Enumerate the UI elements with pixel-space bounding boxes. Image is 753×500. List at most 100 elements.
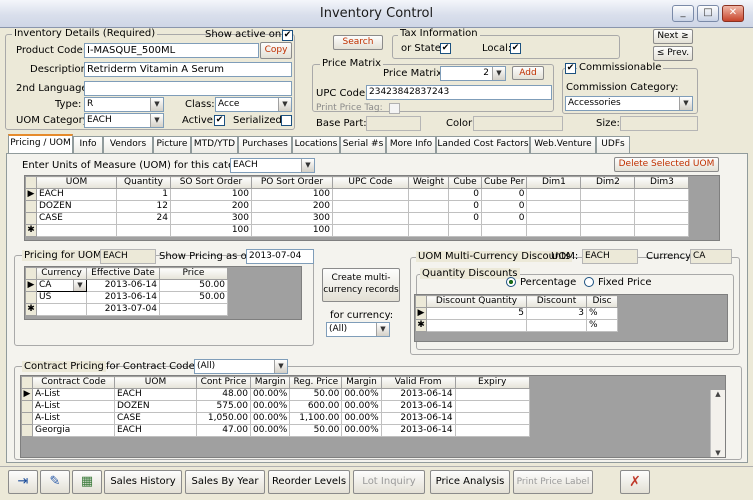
cell[interactable]: 1,050.00 — [196, 412, 251, 425]
cell[interactable]: 50.00 — [159, 291, 228, 304]
second-language-field[interactable] — [84, 81, 292, 96]
tab-mtd-ytd[interactable]: MTD/YTD — [191, 136, 238, 153]
cell[interactable] — [454, 424, 530, 437]
cell[interactable]: 00.00% — [341, 412, 382, 425]
tab-purchases[interactable]: Purchases — [238, 136, 292, 153]
table-row[interactable]: ✱ 2013-07-04 — [25, 303, 228, 316]
cell[interactable]: 00.00% — [249, 424, 291, 437]
table-row[interactable]: A-List CASE 1,050.00 00.00% 1,100.00 00.00% 20… — [21, 412, 530, 425]
uom-col-uom[interactable]: UOM — [36, 176, 117, 189]
cell[interactable]: 100 — [251, 188, 333, 201]
contract-col-margin[interactable]: Margin — [249, 376, 291, 389]
cell[interactable] — [454, 412, 530, 425]
product-code-field[interactable]: I-MASQUE_500ML — [84, 43, 259, 58]
table-row[interactable]: CASE 24 300 300 0 0 — [25, 212, 690, 225]
cell[interactable] — [332, 200, 409, 213]
cell[interactable] — [332, 224, 409, 237]
cell[interactable]: 100 — [170, 188, 252, 201]
tab-picture[interactable]: Picture — [153, 136, 191, 153]
cell[interactable]: 0 — [480, 212, 528, 225]
cell[interactable]: EACH — [114, 388, 197, 401]
contract-col-reg-price[interactable]: Reg. Price — [289, 376, 343, 389]
cell[interactable]: DOZEN — [36, 200, 117, 213]
tab-serial-numbers[interactable]: Serial #s — [340, 136, 386, 153]
cell[interactable]: 0 — [480, 200, 528, 213]
commission-category-select[interactable]: Accessories ▼ — [565, 96, 693, 111]
cell[interactable] — [634, 224, 690, 237]
uom-category-prompt-select[interactable]: EACH ▼ — [230, 158, 315, 173]
pricing-col-currency[interactable]: Currency — [36, 267, 87, 280]
cell[interactable]: Georgia — [32, 424, 115, 437]
cell[interactable] — [480, 224, 528, 237]
discount-col-discount[interactable]: Discount — [526, 295, 587, 308]
cell[interactable]: 2013-06-14 — [380, 412, 456, 425]
cell[interactable]: 1,100.00 — [289, 412, 343, 425]
cell[interactable] — [580, 212, 636, 225]
discount-col-disc[interactable]: Disc — [586, 295, 618, 308]
contract-col-code[interactable]: Contract Code — [32, 376, 115, 389]
uom-col-dim1[interactable]: Dim1 — [526, 176, 582, 189]
description-field[interactable]: Retriderm Vitamin A Serum — [84, 62, 292, 77]
percentage-radio[interactable] — [506, 277, 516, 287]
serialized-checkbox[interactable] — [281, 115, 292, 126]
table-row[interactable]: ▶ CA ▼ 2013-06-14 50.00 — [25, 279, 228, 292]
cell[interactable] — [426, 319, 527, 332]
add-matrix-button[interactable]: Add — [512, 66, 544, 80]
cell[interactable]: 2013-06-14 — [380, 424, 456, 437]
cell[interactable] — [634, 200, 690, 213]
cell[interactable]: EACH — [36, 188, 117, 201]
sales-history-button[interactable]: Sales History — [104, 470, 182, 494]
pricing-col-price[interactable]: Price — [159, 267, 228, 280]
currency-select-cell[interactable]: CA ▼ — [36, 279, 87, 292]
create-multi-currency-button[interactable]: Create multi-currency records — [322, 268, 400, 302]
cell[interactable]: 5 — [426, 307, 527, 320]
cell[interactable] — [408, 212, 449, 225]
uom-col-cube[interactable]: Cube — [448, 176, 482, 189]
contract-scrollbar[interactable]: ▲ ▼ — [710, 390, 725, 457]
uom-col-cube-per[interactable]: Cube Per — [480, 176, 528, 189]
cell[interactable] — [332, 212, 409, 225]
contract-col-uom[interactable]: UOM — [114, 376, 197, 389]
contract-col-cont-price[interactable]: Cont Price — [196, 376, 251, 389]
cell[interactable] — [159, 303, 228, 316]
save-edit-icon[interactable]: ✎ — [40, 470, 70, 494]
cell[interactable] — [448, 224, 482, 237]
cell[interactable] — [580, 188, 636, 201]
table-row[interactable]: ▶ 5 3% — [415, 307, 618, 320]
table-row[interactable]: Georgia EACH 47.00 00.00% 50.00 00.00% 2013-06… — [21, 424, 530, 437]
uom-col-quantity[interactable]: Quantity — [116, 176, 171, 189]
price-analysis-button[interactable]: Price Analysis — [430, 470, 510, 494]
cell[interactable]: 200 — [170, 200, 252, 213]
cell[interactable]: 300 — [170, 212, 252, 225]
contract-col-valid-from[interactable]: Valid From — [380, 376, 456, 389]
cell[interactable]: 100 — [251, 224, 333, 237]
cell[interactable] — [454, 400, 530, 413]
uom-col-dim2[interactable]: Dim2 — [580, 176, 636, 189]
cell[interactable]: 600.00 — [289, 400, 343, 413]
cell[interactable]: 2013-06-14 — [86, 279, 160, 292]
uom-category-select[interactable]: EACH ▼ — [84, 113, 164, 128]
cell[interactable]: 00.00% — [249, 412, 291, 425]
cell[interactable]: 575.00 — [196, 400, 251, 413]
cell[interactable]: 0 — [448, 188, 482, 201]
cell[interactable] — [526, 200, 582, 213]
cell[interactable]: 50.00 — [159, 279, 228, 292]
tab-info[interactable]: Info — [73, 136, 103, 153]
minimize-button[interactable]: _ — [672, 5, 694, 22]
cell[interactable]: A-List — [32, 412, 115, 425]
discounts-grid[interactable]: Discount Quantity Discount Disc ▶ 5 3% ✱% — [414, 294, 728, 342]
cell[interactable] — [580, 200, 636, 213]
tab-web-venture[interactable]: Web.Venture — [530, 136, 596, 153]
uom-col-so-sort[interactable]: SO Sort Order — [170, 176, 252, 189]
tab-locations[interactable]: Locations — [292, 136, 340, 153]
tax-local-checkbox[interactable]: ✔ — [510, 43, 521, 54]
cell[interactable]: EACH — [114, 424, 197, 437]
pricing-col-effective-date[interactable]: Effective Date — [86, 267, 160, 280]
color-field[interactable] — [473, 116, 563, 131]
cell[interactable]: 0 — [448, 212, 482, 225]
price-matrix-select[interactable]: 2 ▼ — [440, 66, 506, 81]
cell[interactable] — [454, 388, 530, 401]
cell[interactable]: 00.00% — [249, 400, 291, 413]
cell[interactable]: % — [586, 307, 618, 320]
cell[interactable] — [634, 188, 690, 201]
